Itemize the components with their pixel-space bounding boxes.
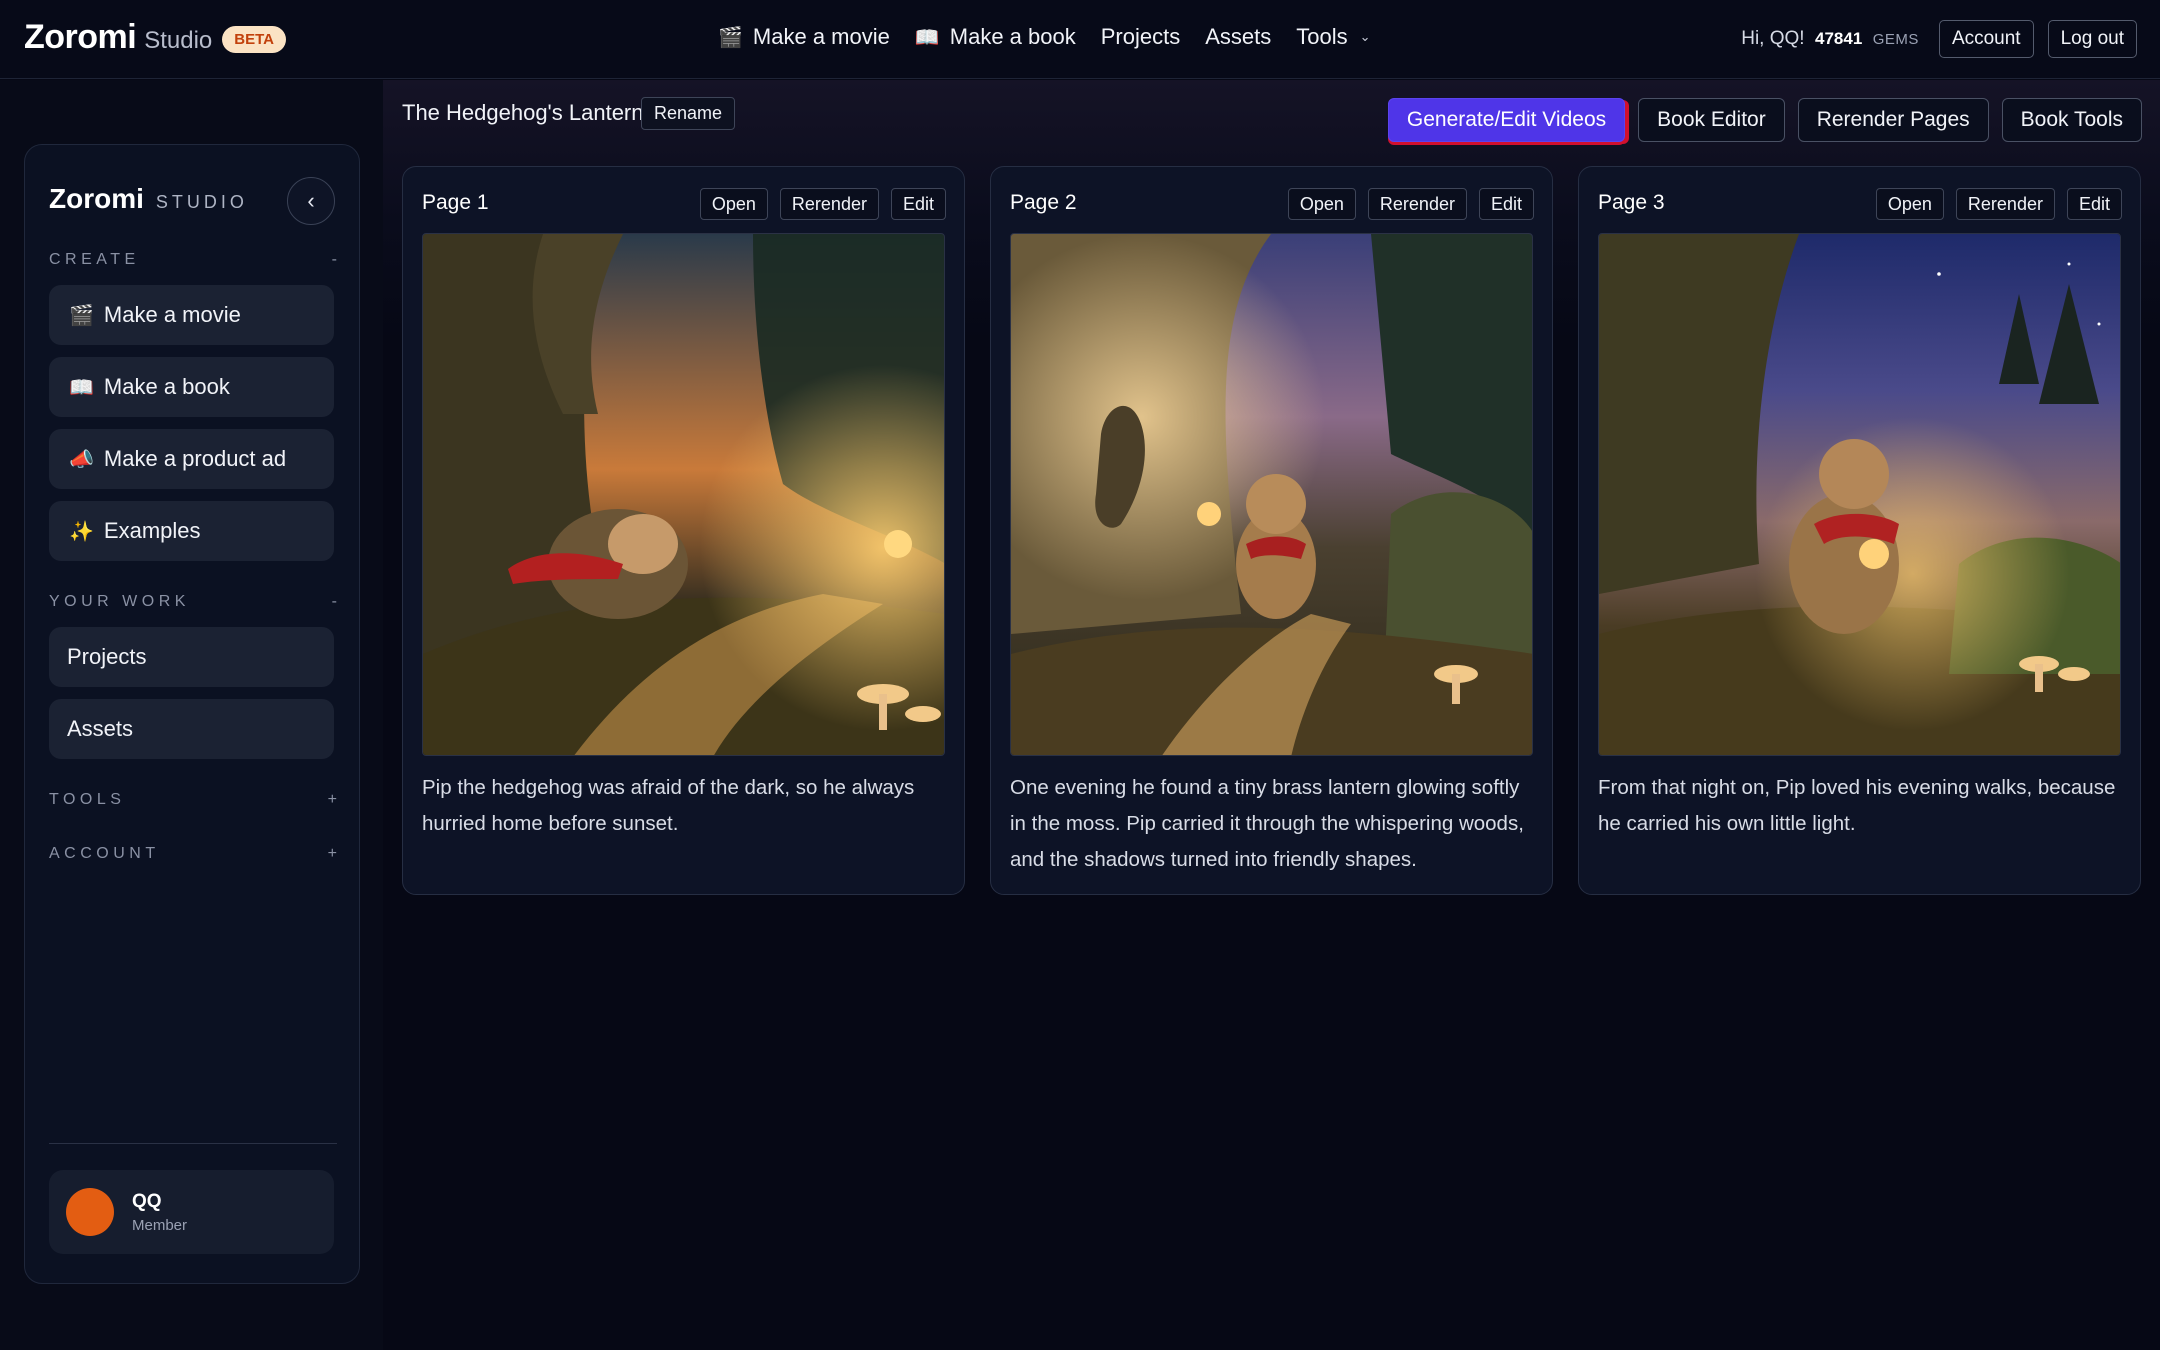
megaphone-icon: 📣	[69, 447, 94, 471]
section-label: ACCOUNT	[49, 845, 160, 862]
top-navbar: Zoromi Studio BETA 🎬 Make a movie 📖 Make…	[0, 0, 2160, 79]
book-icon: 📖	[914, 25, 940, 49]
nav-projects[interactable]: Projects	[1101, 24, 1180, 50]
page-title: Page 2	[1010, 191, 1077, 214]
expand-toggle[interactable]: +	[328, 791, 337, 809]
edit-button[interactable]: Edit	[890, 188, 946, 220]
book-toolbar: Generate/Edit Videos Book Editor Rerende…	[1387, 98, 2142, 142]
section-create[interactable]: CREATE -	[49, 251, 337, 269]
account-button[interactable]: Account	[1938, 20, 2034, 58]
page-title: Page 3	[1598, 191, 1665, 214]
section-label: TOOLS	[49, 791, 126, 808]
collapse-toggle[interactable]: -	[332, 251, 337, 269]
edit-button[interactable]: Edit	[2066, 188, 2122, 220]
nav-make-book[interactable]: 📖 Make a book	[915, 24, 1076, 50]
book-icon: 📖	[69, 375, 94, 399]
page-card: Page 1 Open Rerender Edit Pip the hedgeh…	[402, 166, 965, 895]
sidebar-item-label: Make a product ad	[103, 446, 287, 471]
sidebar-item-make-movie[interactable]: 🎬 Make a movie	[49, 285, 334, 345]
book-editor-button[interactable]: Book Editor	[1638, 98, 1785, 142]
avatar	[66, 1188, 114, 1236]
user-role: Member	[132, 1216, 188, 1234]
top-nav: 🎬 Make a movie 📖 Make a book Projects As…	[718, 24, 1371, 50]
sidebar-item-label: Assets	[67, 716, 134, 741]
chevron-left-icon: ‹	[307, 188, 315, 213]
page-card: Page 2 Open Rerender Edit One evening he…	[990, 166, 1553, 895]
rerender-pages-button[interactable]: Rerender Pages	[1797, 98, 1989, 142]
nav-label: Make a book	[949, 24, 1076, 49]
gems-count: 47841	[1815, 29, 1863, 48]
sidebar: Zoromi STUDIO ‹ CREATE - 🎬 Make a movie …	[24, 144, 360, 1284]
open-button[interactable]: Open	[1287, 188, 1356, 220]
sidebar-item-make-book[interactable]: 📖 Make a book	[49, 357, 334, 417]
rerender-button[interactable]: Rerender	[779, 188, 879, 220]
page-text: Pip the hedgehog was afraid of the dark,…	[422, 776, 915, 835]
nav-label: Projects	[1100, 24, 1181, 49]
book-tools-button[interactable]: Book Tools	[2001, 98, 2142, 142]
rename-button[interactable]: Rename	[641, 97, 736, 130]
nav-assets[interactable]: Assets	[1205, 24, 1271, 50]
nav-label: Make a movie	[752, 24, 890, 49]
user-card[interactable]: QQ Member	[49, 1170, 334, 1254]
open-button[interactable]: Open	[1875, 188, 1944, 220]
user-bar: Hi, QQ! 47841 GEMS Account Log out	[1741, 20, 2137, 58]
sidebar-brand-sub: STUDIO	[155, 192, 248, 212]
brand-logo[interactable]: Zoromi Studio BETA	[24, 18, 287, 57]
page-cards: Page 1 Open Rerender Edit Pip the hedgeh…	[402, 166, 2141, 895]
chevron-down-icon: ⌄	[1359, 29, 1371, 44]
page-illustration[interactable]	[1010, 233, 1533, 756]
nav-tools-dropdown[interactable]: Tools ⌄	[1296, 24, 1370, 50]
sparkles-icon: ✨	[69, 519, 94, 543]
section-your-work[interactable]: YOUR WORK -	[49, 593, 337, 611]
gems-unit: GEMS	[1872, 31, 1919, 48]
sidebar-item-label: Make a movie	[103, 302, 241, 327]
sidebar-item-label: Examples	[103, 518, 201, 543]
card-actions: Open Rerender Edit	[699, 188, 946, 220]
clapper-icon: 🎬	[718, 25, 743, 49]
user-name: QQ	[132, 1190, 162, 1212]
sidebar-item-projects[interactable]: Projects	[49, 627, 334, 687]
page-illustration[interactable]	[422, 233, 945, 756]
sidebar-brand-name: Zoromi	[49, 183, 144, 214]
page-title: Page 1	[422, 191, 489, 214]
nav-label: Tools	[1296, 24, 1348, 49]
page-text: One evening he found a tiny brass lanter…	[1010, 776, 1524, 871]
page-illustration[interactable]	[1598, 233, 2121, 756]
greeting: Hi, QQ! 47841 GEMS	[1741, 28, 1925, 50]
section-tools[interactable]: TOOLS +	[49, 791, 337, 809]
card-actions: Open Rerender Edit	[1287, 188, 1534, 220]
greeting-text: Hi, QQ!	[1741, 28, 1805, 49]
edit-button[interactable]: Edit	[1478, 188, 1534, 220]
nav-label: Assets	[1205, 24, 1272, 49]
page-card: Page 3 Open Rerender Edit From that nigh…	[1578, 166, 2141, 895]
page-text: From that night on, Pip loved his evenin…	[1598, 776, 2116, 835]
card-actions: Open Rerender Edit	[1875, 188, 2122, 220]
section-label: CREATE	[49, 251, 140, 268]
open-button[interactable]: Open	[699, 188, 768, 220]
clapper-icon: 🎬	[69, 303, 94, 327]
beta-badge: BETA	[222, 26, 287, 53]
expand-toggle[interactable]: +	[328, 845, 337, 863]
brand-name: Zoromi	[24, 18, 137, 56]
collapse-toggle[interactable]: -	[332, 593, 337, 611]
sidebar-item-label: Projects	[67, 644, 147, 669]
generate-edit-videos-button[interactable]: Generate/Edit Videos	[1387, 98, 1626, 142]
section-label: YOUR WORK	[49, 593, 190, 610]
project-title: The Hedgehog's Lantern	[402, 100, 644, 125]
brand-sub: Studio	[144, 27, 213, 54]
collapse-sidebar-button[interactable]: ‹	[287, 177, 335, 225]
user-info: QQ Member	[132, 1191, 187, 1234]
sidebar-item-examples[interactable]: ✨ Examples	[49, 501, 334, 561]
sidebar-divider	[49, 1143, 337, 1144]
logout-button[interactable]: Log out	[2047, 20, 2137, 58]
sidebar-item-assets[interactable]: Assets	[49, 699, 334, 759]
rerender-button[interactable]: Rerender	[1367, 188, 1467, 220]
sidebar-brand: Zoromi STUDIO	[49, 183, 248, 215]
sidebar-item-make-product-ad[interactable]: 📣 Make a product ad	[49, 429, 334, 489]
rerender-button[interactable]: Rerender	[1955, 188, 2055, 220]
nav-make-movie[interactable]: 🎬 Make a movie	[718, 24, 890, 50]
sidebar-item-label: Make a book	[103, 374, 230, 399]
section-account[interactable]: ACCOUNT +	[49, 845, 337, 863]
